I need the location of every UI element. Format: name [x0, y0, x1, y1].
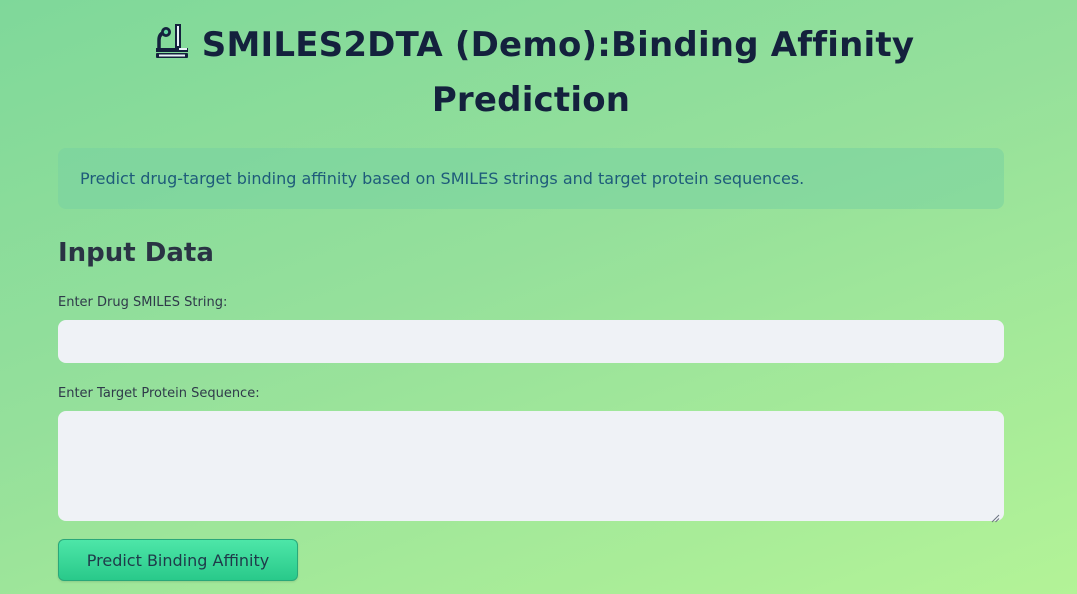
protein-sequence-input[interactable]	[58, 411, 1004, 521]
info-text: Predict drug-target binding affinity bas…	[80, 169, 805, 188]
smiles-input[interactable]	[58, 320, 1004, 363]
page-title: SMILES2DTA (Demo):Binding Affinity Predi…	[101, 18, 961, 128]
resize-handle-icon[interactable]	[990, 508, 1000, 523]
info-alert: Predict drug-target binding affinity bas…	[58, 148, 1004, 209]
page-header: SMILES2DTA (Demo):Binding Affinity Predi…	[58, 18, 1004, 128]
predict-binding-affinity-button[interactable]: Predict Binding Affinity	[58, 539, 298, 581]
section-heading-input-data: Input Data	[58, 238, 214, 268]
protein-sequence-label: Enter Target Protein Sequence:	[58, 386, 260, 401]
smiles-label: Enter Drug SMILES String:	[58, 295, 228, 310]
page-title-text: SMILES2DTA (Demo):Binding Affinity Predi…	[201, 25, 915, 120]
microscope-icon	[148, 20, 194, 60]
